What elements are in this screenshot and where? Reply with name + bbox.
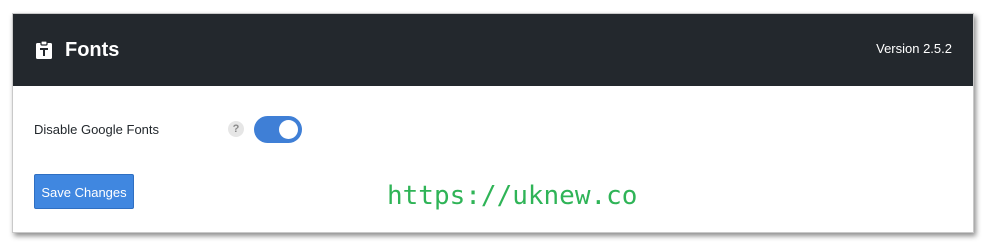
save-changes-button[interactable]: Save Changes: [34, 174, 134, 209]
clipboard-font-icon: [34, 40, 54, 60]
disable-google-fonts-label: Disable Google Fonts: [34, 122, 160, 137]
toggle-knob: [279, 120, 298, 139]
panel-header: Fonts Version 2.5.2: [13, 14, 973, 86]
page-title: Fonts: [65, 39, 120, 61]
version-label: Version 2.5.2: [876, 41, 952, 56]
screenshot-stage: Fonts Version 2.5.2 Disable Google Fonts…: [0, 0, 986, 246]
disable-google-fonts-toggle[interactable]: [254, 116, 302, 143]
help-icon[interactable]: ?: [228, 121, 244, 137]
watermark-text: https://uknew.co: [387, 181, 638, 211]
